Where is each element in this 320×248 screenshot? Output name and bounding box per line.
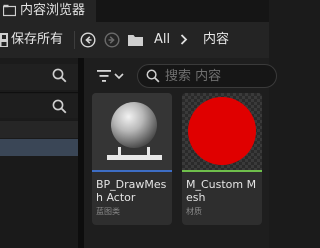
asset-thumbnail — [182, 93, 262, 170]
asset-tile[interactable]: M_Custom Mesh 材质 — [182, 93, 262, 225]
tab-content-browser[interactable]: 内容浏览器 — [0, 0, 96, 22]
search-icon[interactable] — [52, 99, 67, 114]
breadcrumb-all[interactable]: All — [154, 31, 170, 48]
forward-arrow-icon[interactable] — [104, 32, 120, 48]
toolbar: 保存所有 All 内容 — [0, 22, 269, 58]
content-browser-icon — [3, 4, 16, 17]
sources-panel — [0, 58, 78, 248]
asset-tile[interactable]: BP_DrawMesh Actor 蓝图类 — [92, 93, 172, 225]
tree-row[interactable] — [0, 121, 78, 138]
chevron-down-icon — [114, 73, 124, 80]
chevron-right-icon[interactable] — [180, 34, 188, 45]
search-icon — [146, 69, 160, 83]
save-all-label: 保存所有 — [11, 32, 64, 47]
breadcrumb-content[interactable]: 内容 — [203, 31, 229, 48]
back-arrow-icon[interactable] — [80, 32, 96, 48]
asset-type: 材质 — [186, 207, 202, 216]
folder-icon[interactable] — [128, 34, 143, 46]
filter-icon — [97, 70, 111, 82]
toolbar-divider — [74, 31, 75, 49]
asset-thumbnail — [92, 93, 172, 170]
search-input[interactable]: 搜索 内容 — [137, 64, 277, 88]
filter-dropdown-button[interactable] — [95, 67, 127, 85]
save-all-button[interactable]: 保存所有 — [0, 30, 72, 50]
asset-type: 蓝图类 — [96, 207, 120, 216]
search-icon[interactable] — [52, 68, 67, 83]
asset-type-bar — [92, 170, 172, 172]
panel-divider — [0, 92, 78, 93]
material-preview-sphere — [188, 97, 256, 165]
save-icon — [0, 33, 8, 47]
asset-type-bar — [182, 170, 262, 172]
tab-title: 内容浏览器 — [20, 3, 86, 18]
search-placeholder: 搜索 内容 — [165, 69, 222, 84]
title-bar: 内容浏览器 — [0, 0, 269, 22]
asset-name: BP_DrawMesh Actor — [96, 178, 167, 204]
tree-row-selected[interactable] — [0, 139, 78, 156]
blueprint-actor-icon — [107, 102, 162, 160]
asset-name: M_Custom Mesh — [186, 178, 257, 204]
